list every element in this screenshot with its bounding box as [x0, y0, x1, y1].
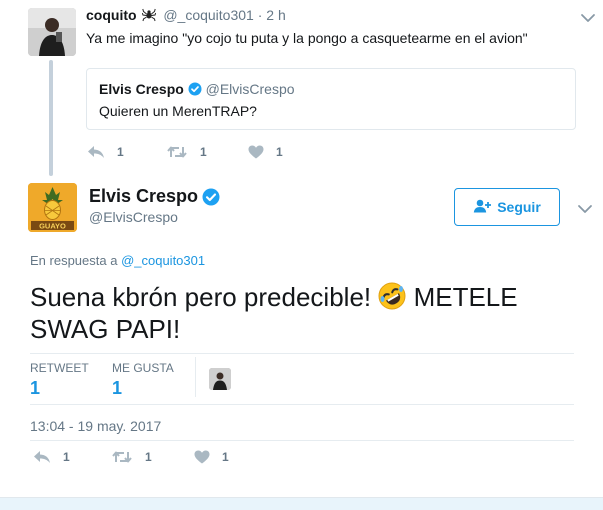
replies-section-strip	[0, 497, 603, 510]
stats-separator	[195, 357, 196, 397]
retweet-icon	[111, 450, 133, 464]
main-author-line: Elvis Crespo	[89, 186, 220, 207]
tweet-timestamp[interactable]: 13:04 - 19 may. 2017	[30, 418, 161, 434]
heart-icon	[248, 145, 264, 159]
retweet-stat-count: 1	[30, 378, 41, 398]
reply-prefix: En respuesta a	[30, 253, 122, 268]
parent-reply-count: 1	[117, 145, 124, 159]
svg-text:GUAYO: GUAYO	[39, 222, 66, 231]
parent-avatar[interactable]	[28, 8, 76, 56]
heart-icon	[194, 450, 210, 464]
like-stat[interactable]: ME GUSTA 1	[112, 361, 174, 399]
main-reply-action[interactable]: 1	[33, 450, 70, 464]
parent-reply-action[interactable]: 1	[87, 145, 124, 159]
main-reply-count: 1	[63, 450, 70, 464]
parent-retweet-count: 1	[200, 145, 207, 159]
parent-author-name[interactable]: coquito	[86, 7, 137, 23]
main-tweet-text: Suena kbrón pero predecible! METELE SWAG…	[30, 281, 570, 345]
verified-badge-icon	[188, 82, 202, 99]
main-text-part-1: Suena kbrón pero predecible!	[30, 282, 379, 312]
spider-icon	[142, 8, 157, 25]
reply-icon	[33, 450, 51, 464]
actions-top-divider	[30, 440, 574, 441]
main-retweet-action[interactable]: 1	[111, 450, 152, 464]
parent-time[interactable]: 2 h	[266, 7, 285, 23]
parent-like-count: 1	[276, 145, 283, 159]
liker-avatar[interactable]	[209, 368, 231, 390]
stats-top-divider	[30, 353, 574, 354]
follow-button[interactable]: Seguir	[454, 188, 560, 226]
parent-author-handle[interactable]: @_coquito301	[163, 7, 254, 23]
verified-badge-icon	[202, 188, 220, 206]
quoted-author-name: Elvis Crespo	[99, 81, 184, 97]
main-author-name[interactable]: Elvis Crespo	[89, 186, 198, 207]
retweet-stat[interactable]: RETWEET 1	[30, 361, 89, 399]
thread-connector	[49, 60, 53, 176]
main-like-count: 1	[222, 450, 229, 464]
reply-to-handle-link[interactable]: @_coquito301	[121, 253, 205, 268]
main-like-action[interactable]: 1	[194, 450, 229, 464]
retweet-stat-label: RETWEET	[30, 361, 89, 375]
rolling-on-floor-laughing-icon	[378, 282, 406, 310]
follow-button-label: Seguir	[497, 199, 541, 215]
main-avatar[interactable]: GUAYO	[28, 183, 77, 232]
main-retweet-count: 1	[145, 450, 152, 464]
like-stat-label: ME GUSTA	[112, 361, 174, 375]
main-author-handle[interactable]: @ElvisCrespo	[89, 209, 178, 225]
parent-tweet-text: Ya me imagino "yo cojo tu puta y la pong…	[86, 30, 528, 46]
quoted-tweet-text: Quieren un MerenTRAP?	[99, 103, 257, 119]
quoted-author-handle: @ElvisCrespo	[205, 81, 295, 97]
reply-icon	[87, 145, 105, 159]
retweet-icon	[166, 145, 188, 159]
parent-like-action[interactable]: 1	[248, 145, 283, 159]
parent-header: coquito @_coquito301 · 2 h	[86, 7, 286, 25]
parent-menu-chevron-icon[interactable]	[580, 11, 596, 23]
reply-context: En respuesta a @_coquito301	[30, 253, 205, 268]
quoted-header: Elvis Crespo @ElvisCrespo	[99, 81, 295, 99]
main-menu-chevron-icon[interactable]	[577, 202, 593, 214]
add-user-icon	[473, 199, 497, 216]
parent-retweet-action[interactable]: 1	[166, 145, 207, 159]
like-stat-count: 1	[112, 378, 123, 398]
header-separator: ·	[257, 7, 263, 23]
quoted-tweet-card[interactable]: Elvis Crespo @ElvisCrespo Quieren un Mer…	[86, 68, 576, 130]
stats-bottom-divider	[30, 404, 574, 405]
